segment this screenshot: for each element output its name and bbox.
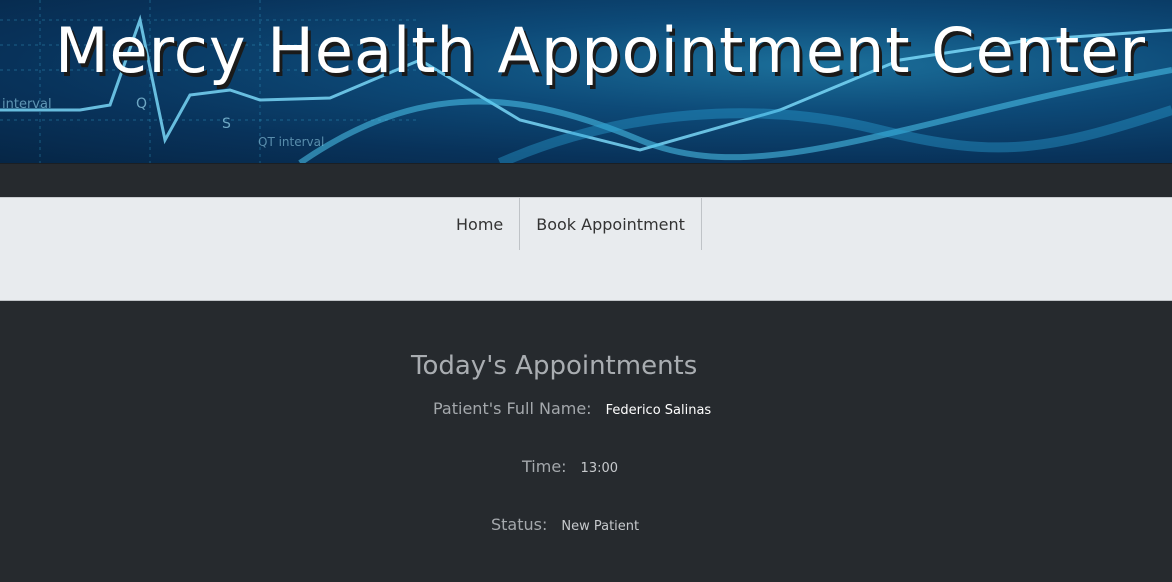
main-navbar: Home Book Appointment [0,197,1172,301]
site-title: Mercy Health Appointment Center [55,14,1146,87]
nav-item-book-appointment[interactable]: Book Appointment [519,198,702,250]
nav-list: Home Book Appointment [440,198,702,250]
time-label: Time: [522,457,567,476]
status-value: New Patient [561,519,640,534]
banner-text-interval: interval [2,97,52,112]
header-spacer [0,164,1172,197]
nav-item-home[interactable]: Home [440,198,519,250]
banner-text-q: Q [136,96,147,112]
banner-text-s: S [222,116,231,132]
time-row: Time: 13:00 [522,457,618,476]
appointments-section: Today's Appointments Patient's Full Name… [0,301,1172,582]
time-value: 13:00 [580,461,619,476]
status-row: Status: New Patient [491,515,639,534]
header-banner: interval Q S QT interval Mercy Health Ap… [0,0,1172,164]
patient-name-label: Patient's Full Name: [433,399,592,418]
section-title: Today's Appointments [411,351,698,381]
patient-name-row: Patient's Full Name: Federico Salinas [433,399,711,418]
status-label: Status: [491,515,548,534]
banner-text-qt-interval: QT interval [258,135,324,149]
patient-name-value: Federico Salinas [605,403,712,418]
